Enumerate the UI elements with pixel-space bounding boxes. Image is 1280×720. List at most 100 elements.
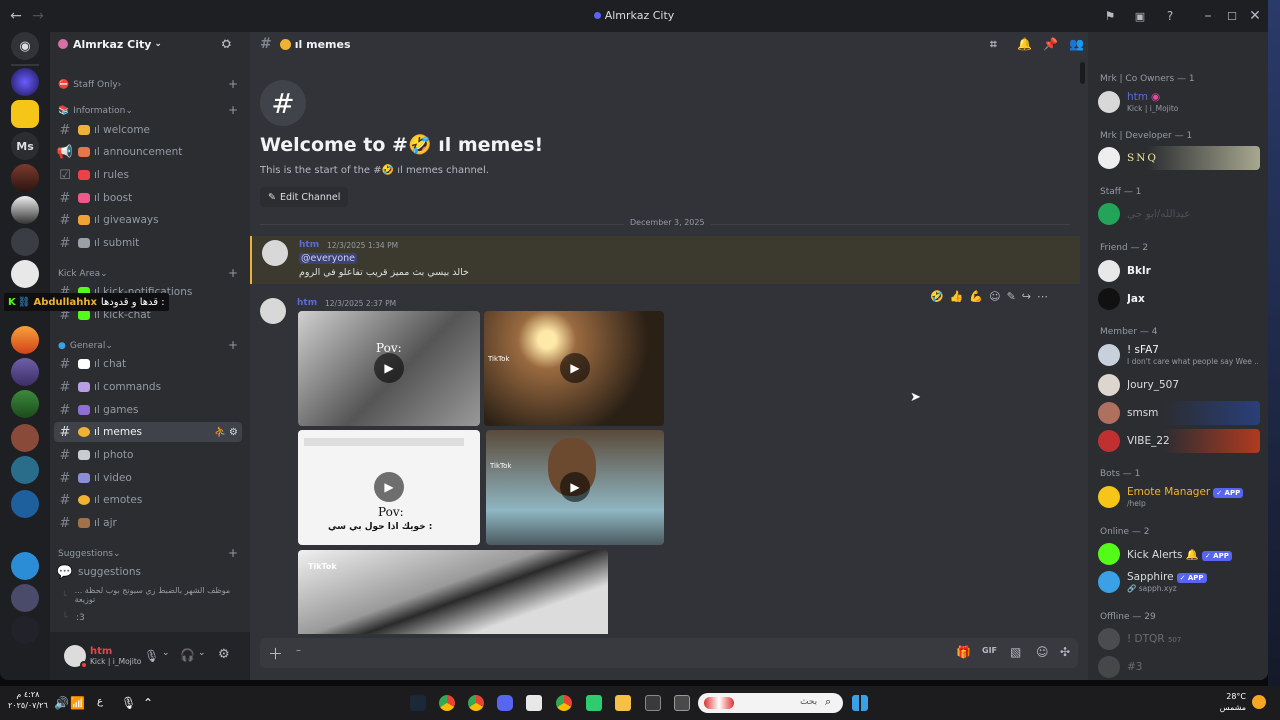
play-icon[interactable]: ▶ — [374, 353, 404, 383]
more-icon[interactable]: ⋯ — [1037, 290, 1048, 303]
emoji-picker-icon[interactable]: ☺ — [1036, 645, 1049, 659]
bell-icon[interactable]: 🔔 — [1017, 37, 1032, 51]
add-reaction-icon[interactable]: ☺ — [989, 290, 1000, 303]
steam-taskbar-icon[interactable] — [410, 695, 426, 711]
member-staff[interactable]: عبدالله/ابو جي — [1098, 202, 1258, 226]
member-emote-manager[interactable]: Emote Manager ✓ APP/help — [1098, 485, 1258, 509]
discord-taskbar-icon[interactable] — [497, 695, 513, 711]
muscle-reaction-icon[interactable]: 💪 — [969, 290, 983, 303]
avatar[interactable] — [64, 645, 88, 669]
microphone-icon[interactable]: 🎙 — [144, 649, 159, 663]
member-list-icon[interactable]: 👥 — [1069, 37, 1084, 51]
member-jax[interactable]: Jax — [1098, 287, 1258, 311]
app-taskbar-icon[interactable] — [586, 695, 602, 711]
channel-photo[interactable]: # ıl photo — [54, 445, 242, 465]
server-icon-3[interactable] — [11, 164, 39, 192]
server-header[interactable]: Almrkaz City ⌄ ⛭ — [50, 32, 250, 56]
volume-icon[interactable]: 🔊 — [54, 696, 69, 710]
member-bklr[interactable]: Bklr — [1098, 259, 1258, 283]
everyone-mention[interactable]: @everyone — [299, 253, 358, 264]
help-icon[interactable]: ? — [1160, 6, 1180, 26]
server-icon-13[interactable] — [11, 584, 39, 612]
task-view-taskbar-icon[interactable] — [674, 695, 690, 711]
forum-suggestions[interactable]: 💬 suggestions — [54, 562, 242, 582]
chrome-taskbar-icon[interactable] — [556, 695, 572, 711]
member-sfa7[interactable]: ! sFA7 I don't care what people say Wee .… — [1098, 343, 1258, 367]
app-taskbar-icon[interactable] — [526, 695, 542, 711]
invite-icon[interactable]: ⛹ — [214, 427, 226, 438]
server-icon-11[interactable] — [11, 490, 39, 518]
avatar[interactable] — [260, 298, 286, 324]
channel-chat[interactable]: # ıl chat — [54, 354, 242, 374]
windows-start-icon[interactable] — [852, 695, 868, 711]
edit-channel-button[interactable]: ✎ Edit Channel — [260, 187, 349, 207]
category-staff-only[interactable]: ⛔ Staff Only › + — [58, 77, 238, 91]
file-explorer-taskbar-icon[interactable] — [615, 695, 631, 711]
channel-video[interactable]: # ıl video — [54, 468, 242, 488]
server-icon-6[interactable] — [11, 260, 39, 288]
server-icon-12[interactable] — [11, 552, 39, 580]
video-attachment[interactable]: TikTok ▶ — [484, 311, 664, 426]
taskbar-search[interactable]: بحث ⌕ — [698, 693, 843, 713]
sticker-icon[interactable]: ▧ — [1010, 645, 1021, 659]
channel-giveaways[interactable]: # ıl giveaways — [54, 210, 242, 230]
category-information[interactable]: 📚 Information ⌄ + — [58, 103, 238, 117]
chrome-taskbar-icon[interactable] — [439, 695, 455, 711]
channel-ajr[interactable]: # ıl ajr — [54, 513, 242, 533]
add-channel-icon[interactable]: + — [228, 77, 238, 91]
video-attachment[interactable]: Pov: ▶ — [298, 311, 480, 426]
channel-welcome[interactable]: # ıl welcome — [54, 120, 242, 140]
add-channel-icon[interactable]: + — [228, 103, 238, 117]
member-dtqr[interactable]: ! DTQR 507 — [1098, 627, 1258, 651]
maximize-button[interactable]: ☐ — [1222, 6, 1242, 26]
channel-commands[interactable]: # ıl commands — [54, 377, 242, 397]
server-icon-candy[interactable] — [11, 358, 39, 386]
slash-icon[interactable]: – — [296, 645, 301, 656]
chevron-down-icon[interactable]: ⌄ — [198, 648, 206, 658]
video-attachment[interactable]: TikTok — [298, 550, 608, 634]
thumbs-up-reaction-icon[interactable]: 👍 — [950, 290, 964, 303]
message-author[interactable]: htm — [299, 240, 319, 250]
server-icon-10[interactable] — [11, 456, 39, 484]
server-icon-8[interactable] — [11, 390, 39, 418]
server-icon-14[interactable] — [11, 616, 39, 644]
member-kick-alerts[interactable]: Kick Alerts 🔔 ✓ APP — [1098, 542, 1258, 566]
language-indicator[interactable]: ع — [97, 696, 103, 707]
message-author[interactable]: htm — [297, 298, 317, 308]
category-kick-area[interactable]: Kick Area ⌄ + — [58, 266, 238, 280]
server-icon-7[interactable] — [11, 326, 39, 354]
edit-icon[interactable]: ✎ — [1007, 290, 1016, 303]
member-3[interactable]: #3 — [1098, 655, 1258, 679]
add-channel-icon[interactable]: + — [228, 546, 238, 560]
clock[interactable]: ٤:٢٨ م ٢٠٢٥/٠٧/٢٦ — [8, 689, 48, 711]
store-taskbar-icon[interactable] — [645, 695, 661, 711]
message-composer[interactable]: ＋ – 🎁 GIF ▧ ☺ ✣ — [260, 638, 1078, 668]
channel-boost[interactable]: # ıl boost — [54, 188, 242, 208]
inbox-flag-icon[interactable]: ⚑ — [1100, 6, 1120, 26]
channel-announcement[interactable]: 📢 ıl announcement — [54, 142, 242, 162]
member-smsm[interactable]: smsm — [1098, 401, 1260, 425]
gear-icon[interactable]: ⚙ — [229, 427, 238, 438]
chevron-down-icon[interactable]: ⌄ — [162, 648, 170, 658]
wifi-icon[interactable]: 📶 — [70, 696, 85, 710]
weather-widget[interactable]: 28°C مشمس — [1216, 691, 1246, 713]
user-settings-icon[interactable]: ⚙ — [218, 647, 230, 662]
add-attachment-icon[interactable]: ＋ — [268, 643, 283, 664]
add-channel-icon[interactable]: + — [228, 338, 238, 352]
reply-icon[interactable]: ↪ — [1022, 290, 1031, 303]
pin-icon[interactable]: 📌 — [1043, 37, 1058, 51]
laughing-reaction-icon[interactable]: 🤣 — [930, 290, 944, 303]
video-attachment[interactable]: TikTok ▶ — [486, 430, 664, 545]
discord-home-icon[interactable]: ◉ — [11, 32, 39, 60]
member-htm[interactable]: htm ◉ Kick | i_Mojito — [1098, 90, 1258, 114]
server-icon-4[interactable] — [11, 196, 39, 224]
headphones-icon[interactable]: 🎧 — [180, 648, 195, 662]
video-attachment[interactable]: Pov: خويك اذا حول بي سي : ▶ — [298, 430, 480, 545]
gif-icon[interactable]: GIF — [982, 646, 997, 655]
server-icon-9[interactable] — [11, 424, 39, 452]
avatar[interactable] — [262, 240, 288, 266]
scrollbar-thumb[interactable] — [1080, 62, 1085, 84]
tray-chevron-icon[interactable]: ⌃ — [143, 696, 153, 710]
inbox-icon[interactable]: ▣ — [1130, 6, 1150, 26]
member-joury[interactable]: Joury_507 — [1098, 373, 1258, 397]
